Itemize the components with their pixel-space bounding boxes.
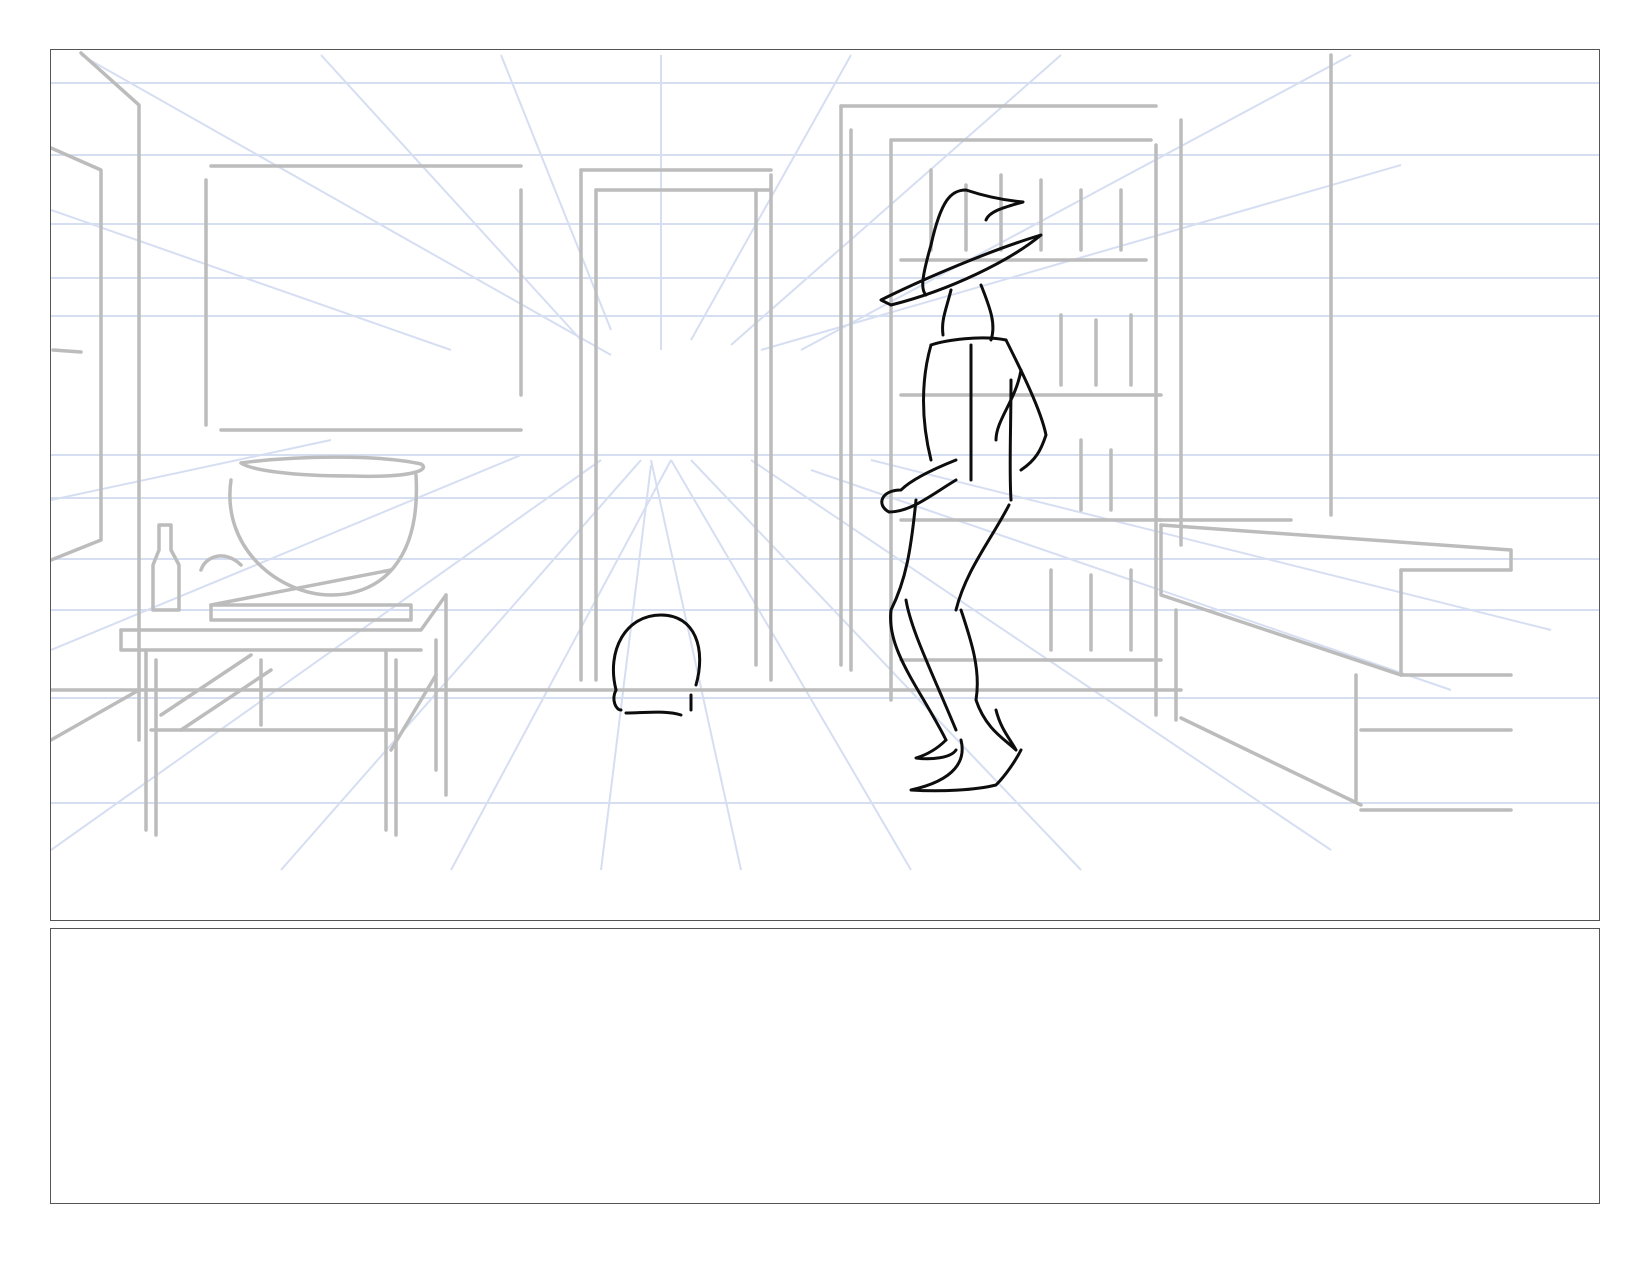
wall-picture xyxy=(204,164,523,432)
side-table xyxy=(119,593,448,837)
bottle xyxy=(151,523,181,612)
figure-in-hat xyxy=(879,188,1048,793)
counter xyxy=(1154,53,1513,812)
bowl xyxy=(199,455,426,622)
panel-sketch xyxy=(51,51,1599,871)
left-wall-window xyxy=(51,51,141,742)
notes-text xyxy=(51,929,1599,961)
notes-box xyxy=(50,928,1600,1204)
storyboard-panel xyxy=(50,49,1600,921)
perspective-grid xyxy=(51,54,1599,871)
